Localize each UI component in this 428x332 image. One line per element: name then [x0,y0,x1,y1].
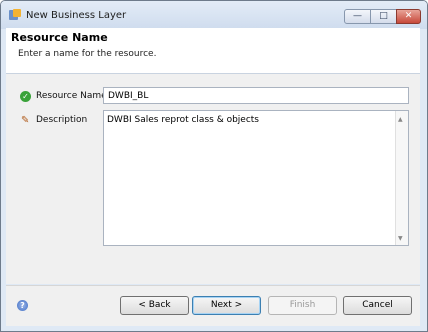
cancel-button[interactable]: Cancel [343,296,412,315]
finish-button[interactable]: Finish [268,296,337,315]
close-button[interactable]: ✕ [396,9,421,24]
page-title: Resource Name [11,31,108,44]
minimize-button[interactable]: — [344,9,371,24]
scroll-up-icon[interactable]: ▲ [398,116,403,123]
pencil-icon: ✎ [21,115,30,126]
next-button[interactable]: Next > [192,296,261,315]
description-label: Description [36,115,88,125]
scroll-down-icon[interactable]: ▼ [398,235,403,242]
window-title: New Business Layer [26,10,127,21]
maximize-button[interactable]: □ [370,9,397,24]
help-icon[interactable]: ? [17,300,28,311]
app-icon [9,9,21,20]
wizard-header: Resource Name Enter a name for the resou… [6,28,420,74]
page-subtitle: Enter a name for the resource. [18,49,157,59]
description-text: DWBI Sales reprot class & objects [107,115,259,125]
back-button[interactable]: < Back [120,296,189,315]
description-textarea[interactable]: DWBI Sales reprot class & objects ▲ ▼ [103,110,409,246]
resource-name-label: Resource Name [36,91,107,101]
description-scrollbar[interactable]: ▲ ▼ [395,111,408,245]
check-circle-icon: ✓ [20,91,31,102]
resource-name-input[interactable] [103,87,409,104]
title-bar[interactable]: New Business Layer — □ ✕ [1,1,427,29]
